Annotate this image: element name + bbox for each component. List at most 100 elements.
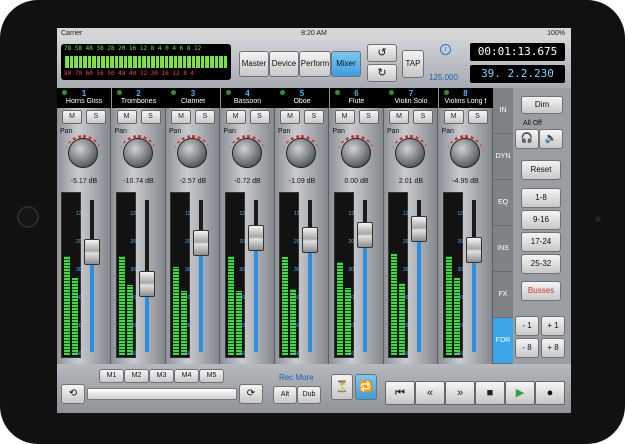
bank-25-32-button[interactable]: 25-32 xyxy=(521,254,561,274)
dub-button[interactable]: Dub xyxy=(297,386,321,404)
channel-name[interactable]: Violin Solo xyxy=(384,98,438,105)
fader-cap[interactable] xyxy=(193,229,209,256)
fader-track[interactable] xyxy=(253,200,258,352)
headphones-icon[interactable]: 🎧 xyxy=(515,129,539,149)
metronome-icon[interactable]: ⏳ xyxy=(331,374,353,400)
fader-cap[interactable] xyxy=(465,237,482,264)
mute-button[interactable]: M xyxy=(334,110,355,124)
loop-right-icon[interactable]: ⟳ xyxy=(239,384,263,404)
mixer-button[interactable]: Mixer xyxy=(331,51,361,77)
tab-dyn[interactable]: DYN xyxy=(493,134,513,180)
cycle-icon[interactable]: 🔁 xyxy=(355,374,377,400)
position-slider[interactable] xyxy=(87,388,237,400)
mute-button[interactable]: M xyxy=(62,110,82,124)
solo-button[interactable]: S xyxy=(195,110,215,124)
solo-button[interactable]: S xyxy=(358,110,379,124)
solo-button[interactable]: S xyxy=(86,110,106,124)
solo-button[interactable]: S xyxy=(467,110,488,124)
rec-more-link[interactable]: Rec More xyxy=(279,373,314,382)
bank-9-16-button[interactable]: 9-16 xyxy=(521,210,561,230)
time-counter[interactable]: 00:01:13.675 xyxy=(470,43,565,61)
memory-m2-button[interactable]: M2 xyxy=(124,369,149,383)
solo-button[interactable]: S xyxy=(413,110,433,124)
bank-1-8-button[interactable]: 1-8 xyxy=(521,188,561,208)
reset-button[interactable]: Reset xyxy=(521,160,561,180)
meter-scale-bottom: 80 70 60 56 50 48 40 32 30 16 12 8 4 xyxy=(64,70,195,77)
solo-button[interactable]: S xyxy=(140,110,161,124)
info-icon[interactable]: i xyxy=(440,44,451,55)
channel-name[interactable]: Flute xyxy=(330,98,384,105)
bank-17-24-button[interactable]: 17-24 xyxy=(521,232,561,252)
pan-knob[interactable] xyxy=(286,138,316,168)
fader-cap[interactable] xyxy=(247,225,264,251)
step-minus-8-button[interactable]: - 8 xyxy=(515,338,539,358)
fast-forward-icon[interactable]: » xyxy=(445,381,475,405)
tab-ins[interactable]: INS xyxy=(493,226,513,272)
pan-knob[interactable] xyxy=(68,138,98,168)
record-icon[interactable]: ● xyxy=(535,381,565,405)
channel-name[interactable]: Violins Long f xyxy=(439,98,493,105)
mute-button[interactable]: M xyxy=(116,110,137,124)
tap-button[interactable]: TAP xyxy=(402,50,424,78)
tab-fx[interactable]: FX xyxy=(493,272,513,318)
solo-button[interactable]: S xyxy=(249,110,270,124)
pan-knob[interactable] xyxy=(395,138,425,168)
busses-button[interactable]: Busses xyxy=(521,281,561,301)
perform-button[interactable]: Perform xyxy=(299,51,331,77)
step-minus-1-button[interactable]: - 1 xyxy=(515,316,539,336)
mute-button[interactable]: M xyxy=(225,110,246,124)
channel-name[interactable]: Trombones xyxy=(112,98,166,105)
channel-name[interactable]: Bassoon xyxy=(221,98,275,105)
channel-number: 3 xyxy=(190,89,196,98)
memory-m4-button[interactable]: M4 xyxy=(174,369,199,383)
play-icon[interactable]: ▶ xyxy=(505,381,535,405)
go-to-start-icon[interactable]: ⏮ xyxy=(385,381,415,405)
fader-cap[interactable] xyxy=(84,238,100,265)
mute-button[interactable]: M xyxy=(389,110,409,124)
memory-m3-button[interactable]: M3 xyxy=(149,369,174,383)
undo-icon[interactable]: ↺ xyxy=(367,44,397,62)
pan-knob[interactable] xyxy=(231,138,262,168)
tab-fdr[interactable]: FDR xyxy=(493,318,513,364)
memory-m1-button[interactable]: M1 xyxy=(99,369,124,383)
fader-cap[interactable] xyxy=(138,270,155,297)
pan-knob[interactable] xyxy=(449,138,480,168)
channel-name[interactable]: Oboe xyxy=(275,98,329,105)
transport-bar: ⟲ ⟳ M1 M2 M3 M4 M5 Rec More Alt Dub ⏳ 🔁 … xyxy=(57,364,571,413)
tempo-display[interactable]: 125.000 xyxy=(429,73,458,82)
pan-knob[interactable] xyxy=(122,138,153,168)
fader-cap[interactable] xyxy=(411,215,427,242)
mute-button[interactable]: M xyxy=(171,110,191,124)
alt-button[interactable]: Alt xyxy=(273,386,297,404)
stop-icon[interactable]: ■ xyxy=(475,381,505,405)
fader-track[interactable] xyxy=(199,200,203,352)
fader-cap[interactable] xyxy=(302,226,318,253)
memory-m5-button[interactable]: M5 xyxy=(199,369,224,383)
channel-name[interactable]: Clarinet xyxy=(166,98,220,105)
meter-segment xyxy=(132,56,137,68)
home-button[interactable] xyxy=(17,206,39,228)
tab-eq[interactable]: EQ xyxy=(493,180,513,226)
mute-button[interactable]: M xyxy=(443,110,464,124)
bar-counter[interactable]: 39. 2.2.230 xyxy=(470,65,565,83)
master-button[interactable]: Master xyxy=(239,51,269,77)
fader-track[interactable] xyxy=(90,200,94,352)
speaker-icon[interactable]: 🔈 xyxy=(539,129,563,149)
redo-icon[interactable]: ↻ xyxy=(367,64,397,82)
fader-cap[interactable] xyxy=(356,221,373,248)
dim-button[interactable]: Dim xyxy=(521,96,563,114)
pan-knob[interactable] xyxy=(177,138,207,168)
rewind-icon[interactable]: « xyxy=(415,381,445,405)
fader-track[interactable] xyxy=(471,200,476,352)
loop-left-icon[interactable]: ⟲ xyxy=(61,384,85,404)
fader-track[interactable] xyxy=(308,200,312,352)
mute-button[interactable]: M xyxy=(280,110,300,124)
tab-in[interactable]: IN xyxy=(493,88,513,134)
meter-scale-label: 12 xyxy=(239,211,246,217)
pan-knob[interactable] xyxy=(340,138,371,168)
device-button[interactable]: Device xyxy=(269,51,299,77)
step-plus-8-button[interactable]: + 8 xyxy=(541,338,565,358)
channel-name[interactable]: Horns Gliss xyxy=(57,98,111,105)
step-plus-1-button[interactable]: + 1 xyxy=(541,316,565,336)
solo-button[interactable]: S xyxy=(304,110,324,124)
